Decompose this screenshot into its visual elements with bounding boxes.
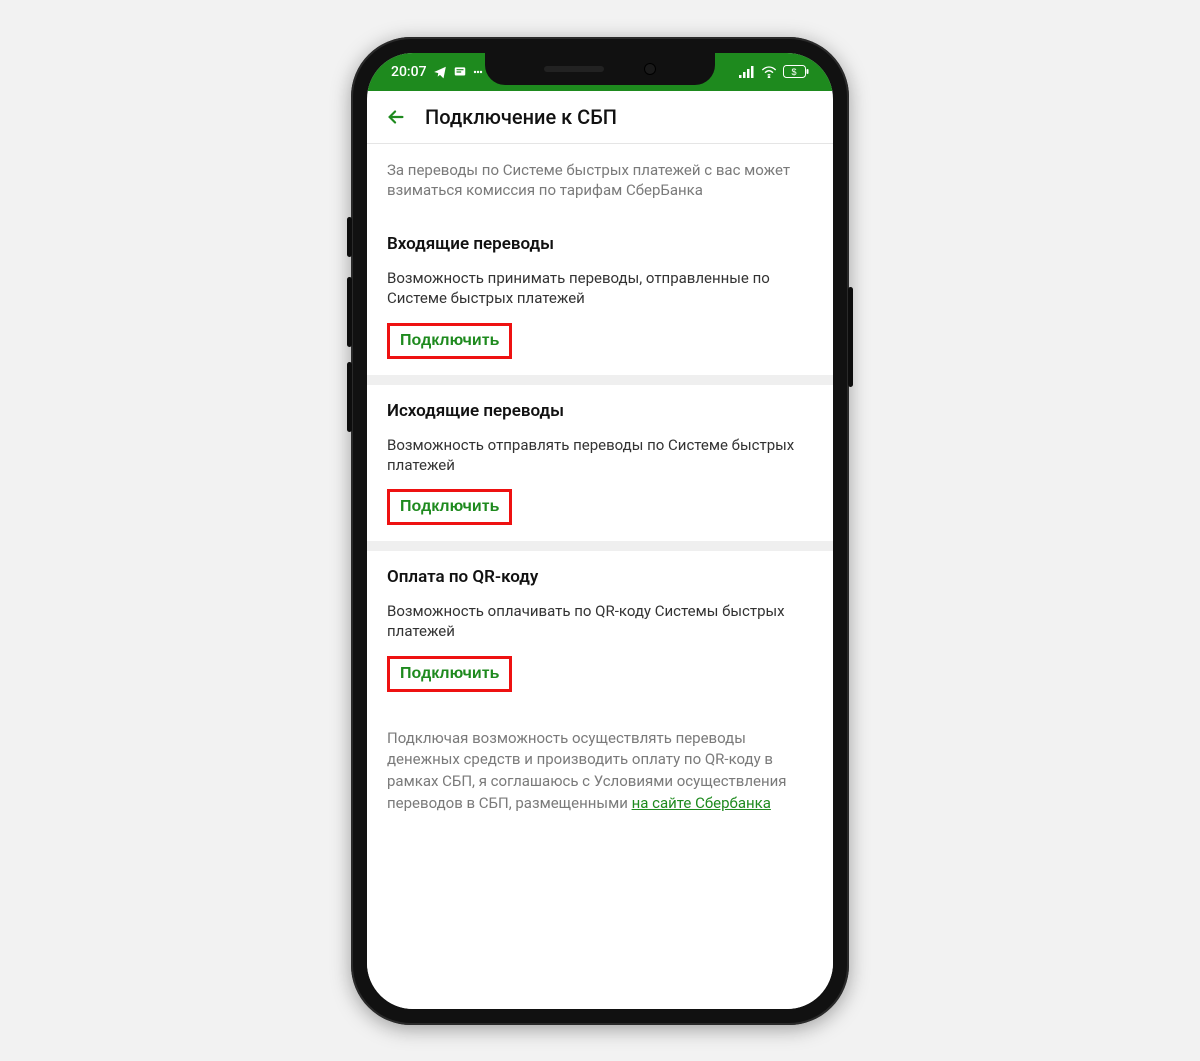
connect-button[interactable]: Подключить (396, 496, 503, 518)
battery-icon: $ (783, 65, 809, 78)
section-qr: Оплата по QR-коду Возможность оплачивать… (367, 551, 833, 708)
section-divider (367, 375, 833, 385)
section-divider (367, 541, 833, 551)
highlight-box: Подключить (387, 323, 512, 359)
connect-button[interactable]: Подключить (396, 663, 503, 685)
signal-icon (739, 66, 755, 78)
phone-side-button (848, 287, 853, 387)
phone-side-button (347, 277, 352, 347)
section-title: Оплата по QR-коду (387, 567, 813, 587)
section-title: Входящие переводы (387, 234, 813, 254)
phone-screen: 20:07 $ (367, 53, 833, 1009)
wifi-icon (761, 66, 777, 78)
telegram-icon (433, 65, 447, 79)
content-scroll[interactable]: За переводы по Системе быстрых платежей … (367, 144, 833, 1009)
page-title: Подключение к СБП (425, 105, 617, 129)
section-description: Возможность оплачивать по QR-коду Систем… (387, 601, 813, 642)
section-description: Возможность отправлять переводы по Систе… (387, 435, 813, 476)
phone-side-button (347, 217, 352, 257)
section-description: Возможность принимать переводы, отправле… (387, 268, 813, 309)
highlight-box: Подключить (387, 489, 512, 525)
phone-notch (485, 53, 715, 85)
app-header: Подключение к СБП (367, 91, 833, 144)
intro-text: За переводы по Системе быстрых платежей … (367, 144, 833, 219)
phone-side-button (347, 362, 352, 432)
highlight-box: Подключить (387, 656, 512, 692)
legal-text: Подключая возможность осуществлять перев… (367, 708, 833, 843)
svg-text:$: $ (791, 67, 796, 77)
section-outgoing: Исходящие переводы Возможность отправлят… (367, 385, 833, 542)
legal-link[interactable]: на сайте Сбербанка (632, 794, 771, 812)
dots-icon (473, 65, 483, 79)
back-button[interactable] (385, 106, 407, 128)
status-time: 20:07 (391, 64, 427, 80)
phone-frame: 20:07 $ (351, 37, 849, 1025)
connect-button[interactable]: Подключить (396, 330, 503, 352)
section-incoming: Входящие переводы Возможность принимать … (367, 218, 833, 375)
message-icon (453, 65, 467, 79)
section-title: Исходящие переводы (387, 401, 813, 421)
